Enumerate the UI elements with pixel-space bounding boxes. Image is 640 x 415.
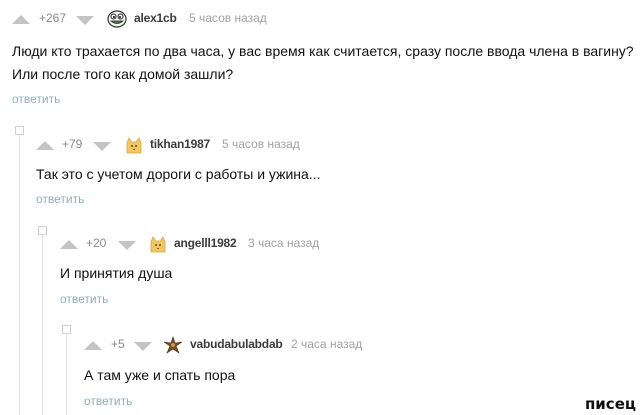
watermark-logo: писец: [584, 395, 636, 413]
star-figure-avatar-icon[interactable]: [163, 336, 183, 354]
comment-rating: +5: [111, 337, 125, 351]
comment-4: +5 vabudabulabdab 2 часа назад А там уже…: [0, 0, 640, 415]
comment-text-line: А там уже и спать пора: [84, 367, 236, 383]
reply-link[interactable]: ответить: [84, 394, 132, 408]
upvote-icon[interactable]: [84, 341, 102, 350]
comment-text: А там уже и спать пора: [84, 364, 235, 387]
comment-header: +5 vabudabulabdab 2 часа назад: [84, 336, 604, 358]
downvote-icon[interactable]: [134, 342, 152, 351]
comment-username[interactable]: vabudabulabdab: [190, 337, 283, 351]
comment-time[interactable]: 2 часа назад: [291, 337, 362, 351]
